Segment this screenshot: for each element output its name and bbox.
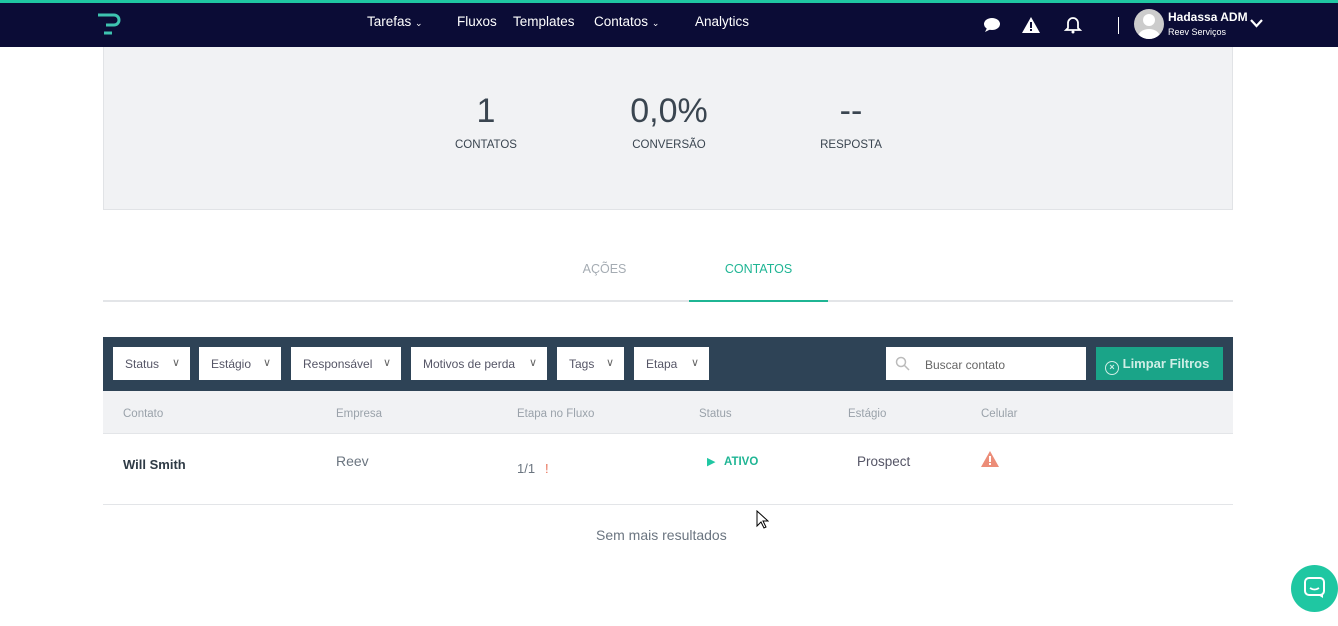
stat-resposta: -- RESPOSTA — [771, 92, 931, 151]
filter-label: Responsável — [303, 357, 373, 371]
user-name[interactable]: Hadassa ADM — [1168, 10, 1248, 24]
filter-status[interactable]: Status ∨ — [113, 347, 190, 380]
stage: Prospect — [857, 454, 911, 469]
tabs: AÇÕES CONTATOS — [103, 252, 1233, 302]
search-input[interactable]: Buscar contato — [886, 347, 1086, 380]
no-more-results: Sem mais resultados — [596, 527, 727, 543]
stat-label: RESPOSTA — [820, 139, 882, 151]
reev-logo[interactable] — [96, 12, 124, 36]
filter-label: Estágio — [211, 357, 252, 371]
stat-value: -- — [839, 92, 863, 130]
filter-label: Status — [125, 357, 160, 371]
col-contato[interactable]: Contato — [123, 408, 163, 420]
chevron-down-icon: ∨ — [262, 357, 271, 369]
top-navbar: Tarefas ⌄ Fluxos Templates Contatos ⌄ An… — [0, 0, 1338, 47]
stat-contatos: 1 CONTATOS — [406, 92, 566, 151]
clear-circle-icon: × — [1105, 361, 1119, 375]
chevron-down-icon: ⌄ — [415, 18, 423, 28]
nav-analytics[interactable]: Analytics — [695, 14, 749, 29]
filter-label: Tags — [569, 357, 595, 371]
col-celular[interactable]: Celular — [981, 408, 1017, 420]
mouse-cursor — [756, 510, 769, 529]
stats-panel: 1 CONTATOS 0,0% CONVERSÃO -- RESPOSTA — [103, 47, 1233, 210]
filter-label: Etapa — [646, 357, 678, 371]
stat-label: CONTATOS — [455, 139, 517, 151]
status-badge: ATIVO — [724, 456, 759, 468]
stat-conversao: 0,0% CONVERSÃO — [589, 92, 749, 151]
filter-responsavel[interactable]: Responsável ∨ — [291, 347, 401, 380]
col-estagio[interactable]: Estágio — [848, 408, 886, 420]
tab-contatos[interactable]: CONTATOS — [689, 262, 828, 302]
table-row[interactable]: Will Smith Reev 1/1 ! ▶ ATIVO Prospect — [103, 434, 1233, 505]
nav-contatos[interactable]: Contatos ⌄ — [594, 14, 659, 29]
play-icon: ▶ — [707, 456, 716, 468]
chevron-down-icon: ∨ — [382, 357, 391, 369]
avatar[interactable] — [1134, 9, 1164, 39]
stat-label: CONVERSÃO — [632, 139, 706, 151]
chat-icon[interactable] — [982, 15, 1002, 35]
clear-label: Limpar Filtros — [1122, 356, 1210, 371]
nav-label: Contatos — [594, 14, 649, 29]
chevron-down-icon: ∨ — [605, 357, 614, 369]
alert-mark: ! — [545, 461, 549, 476]
stat-value: 0,0% — [630, 92, 708, 130]
chevron-down-icon: ∨ — [171, 357, 180, 369]
warning-icon[interactable] — [1021, 15, 1041, 35]
user-company: Reev Serviços — [1168, 27, 1227, 37]
contact-name[interactable]: Will Smith — [123, 457, 186, 472]
bell-icon[interactable] — [1063, 15, 1083, 35]
filter-estagio[interactable]: Estágio ∨ — [199, 347, 281, 380]
divider — [1118, 17, 1119, 34]
filter-motivos-de-perda[interactable]: Motivos de perda ∨ — [411, 347, 547, 380]
company: Reev — [336, 453, 369, 469]
nav-tarefas[interactable]: Tarefas ⌄ — [367, 14, 423, 29]
stat-value: 1 — [476, 92, 496, 130]
col-empresa[interactable]: Empresa — [336, 408, 382, 420]
col-status[interactable]: Status — [699, 408, 732, 420]
filter-bar: Status ∨ Estágio ∨ Responsável ∨ Motivos de… — [103, 337, 1233, 391]
filter-etapa[interactable]: Etapa ∨ — [634, 347, 709, 380]
search-placeholder: Buscar contato — [925, 358, 1006, 372]
nav-fluxos[interactable]: Fluxos — [457, 14, 497, 29]
nav-templates[interactable]: Templates — [513, 14, 575, 29]
search-icon — [895, 356, 910, 371]
chat-launcher-button[interactable] — [1291, 565, 1338, 612]
warning-icon — [981, 451, 999, 467]
chevron-down-icon: ∨ — [528, 357, 537, 369]
col-etapa[interactable]: Etapa no Fluxo — [517, 408, 594, 420]
chat-icon — [1304, 577, 1325, 598]
filter-tags[interactable]: Tags ∨ — [557, 347, 624, 380]
chevron-down-icon: ⌄ — [651, 18, 660, 28]
chevron-down-icon: ∨ — [690, 357, 699, 369]
chevron-down-icon[interactable] — [1250, 19, 1263, 28]
tab-acoes[interactable]: AÇÕES — [535, 262, 674, 302]
filter-label: Motivos de perda — [423, 357, 516, 371]
clear-filters-button[interactable]: × Limpar Filtros — [1096, 347, 1223, 380]
table-header: Contato Empresa Etapa no Fluxo Status Es… — [103, 391, 1233, 434]
flow-step: 1/1 — [517, 461, 536, 476]
nav-label: Tarefas — [367, 14, 412, 29]
